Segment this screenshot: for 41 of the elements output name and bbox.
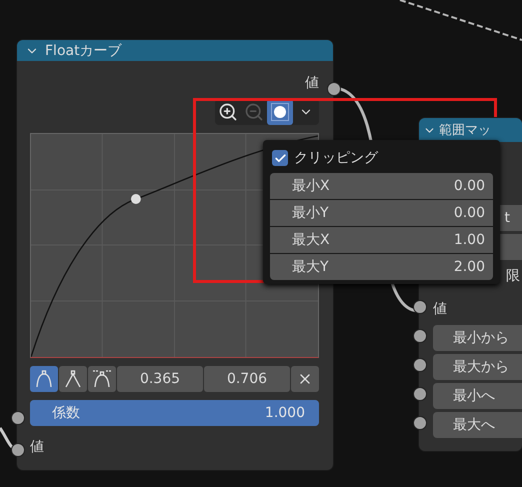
handle-type-button[interactable]: [59, 366, 87, 392]
node-title: Floatカーブ: [45, 42, 122, 60]
value-field[interactable]: 最大へ: [433, 412, 522, 438]
handle-type-button[interactable]: [30, 366, 58, 392]
zoom-in-icon: [218, 102, 238, 122]
delete-point-button[interactable]: [291, 366, 319, 392]
value-field[interactable]: 最大から: [433, 354, 522, 380]
clamped-handle-icon: [92, 369, 112, 389]
slider-label: 係数: [52, 404, 80, 422]
node-header[interactable]: 範囲マッ: [419, 118, 522, 142]
option-label: 限: [506, 267, 520, 285]
point-x-field[interactable]: 0.365: [117, 366, 203, 392]
input-socket[interactable]: [413, 387, 427, 401]
input-socket[interactable]: [413, 416, 427, 430]
node-title: 範囲マッ: [439, 122, 491, 139]
smooth-handle-icon: [34, 369, 54, 389]
factor-slider[interactable]: 係数 1.000: [30, 400, 319, 426]
input-socket[interactable]: [413, 329, 427, 343]
input-label: 値: [30, 438, 44, 456]
number-field[interactable]: 最小X 0.00: [270, 173, 493, 199]
corner-handle-icon: [63, 369, 83, 389]
output-label: 値: [305, 74, 319, 92]
number-field[interactable]: 最小Y 0.00: [270, 200, 493, 226]
slider-value: 1.000: [264, 405, 305, 421]
number-field[interactable]: 最大X 1.00: [270, 227, 493, 253]
value-field[interactable]: 最小から: [433, 325, 522, 351]
input-socket[interactable]: [11, 411, 25, 425]
input-socket[interactable]: [413, 358, 427, 372]
check-icon: [274, 152, 286, 164]
clipping-checkbox[interactable]: [272, 150, 288, 166]
handle-type-button[interactable]: [88, 366, 116, 392]
input-socket[interactable]: [11, 443, 25, 457]
clipping-toggle-button[interactable]: [267, 99, 293, 125]
output-socket[interactable]: [327, 82, 341, 96]
zoom-out-icon: [244, 102, 264, 122]
input-label: 値: [433, 300, 447, 318]
input-socket[interactable]: [413, 300, 427, 314]
node-header[interactable]: Floatカーブ: [17, 40, 333, 61]
number-field[interactable]: 最大Y 2.00: [270, 254, 493, 280]
value-field[interactable]: 最小へ: [433, 383, 522, 409]
point-y-field[interactable]: 0.706: [204, 366, 290, 392]
